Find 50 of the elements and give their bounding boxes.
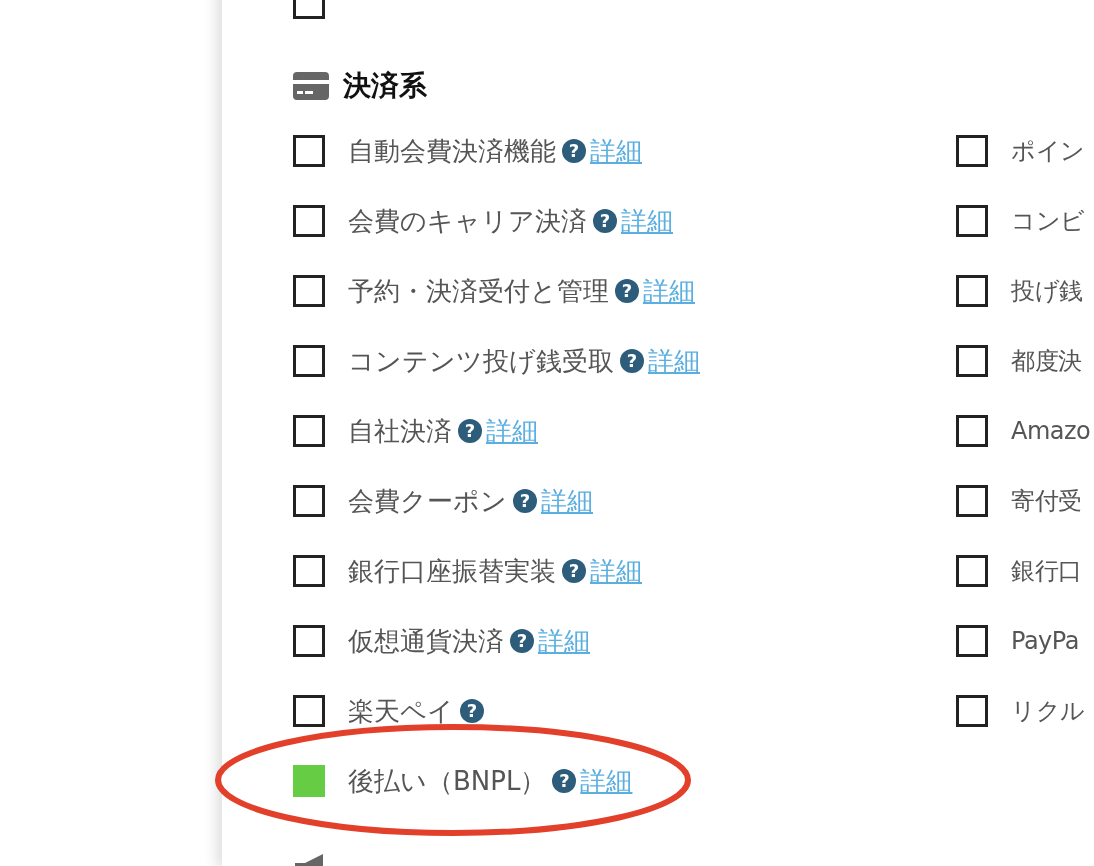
option-label: リクル (1011, 696, 1085, 727)
help-icon[interactable]: ? (513, 489, 537, 513)
option-label: 後払い（BNPL） (348, 764, 547, 798)
section-heading: 決済系 (343, 68, 427, 104)
option-label: 銀行口座振替実装 (348, 554, 556, 588)
help-icon[interactable]: ? (510, 629, 534, 653)
checkbox[interactable] (293, 695, 325, 727)
help-icon[interactable]: ? (460, 699, 484, 723)
checkbox[interactable] (293, 555, 325, 587)
help-icon[interactable]: ? (458, 419, 482, 443)
help-icon[interactable]: ? (620, 349, 644, 373)
option-label: コンテンツ投げ銭受取 (348, 344, 614, 378)
help-icon[interactable]: ? (562, 139, 586, 163)
option-label: 仮想通貨決済 (348, 624, 504, 658)
checkbox[interactable] (293, 205, 325, 237)
checkbox[interactable] (293, 345, 325, 377)
option-label: コンビ (1011, 206, 1085, 237)
checkbox[interactable] (293, 275, 325, 307)
help-icon[interactable]: ? (593, 209, 617, 233)
checkbox[interactable] (956, 135, 988, 167)
checkbox[interactable] (956, 485, 988, 517)
option-label: 会費クーポン (348, 484, 507, 518)
option-label: 投げ銭 (1011, 276, 1083, 307)
checkbox[interactable] (956, 695, 988, 727)
help-icon[interactable]: ? (562, 559, 586, 583)
checkbox[interactable] (956, 205, 988, 237)
checkbox[interactable] (293, 135, 325, 167)
help-icon[interactable]: ? (552, 769, 577, 793)
option-label: Amazo (1011, 417, 1091, 445)
checkbox[interactable] (956, 415, 988, 447)
option-label: 予約・決済受付と管理 (348, 274, 609, 308)
checkbox[interactable] (956, 625, 988, 657)
help-icon[interactable]: ? (615, 279, 639, 303)
option-label: 自社決済 (348, 414, 452, 448)
option-label: PayPa (1011, 627, 1079, 655)
checkbox[interactable] (956, 275, 988, 307)
option-label: 都度決 (1011, 346, 1082, 377)
option-label: 自動会費決済機能 (348, 134, 556, 168)
checkbox[interactable] (293, 765, 325, 797)
option-label: 寄付受 (1011, 486, 1082, 517)
checkbox[interactable] (956, 555, 988, 587)
checkbox[interactable] (956, 345, 988, 377)
option-label: 楽天ペイ (348, 694, 454, 728)
checkbox[interactable] (293, 485, 325, 517)
checkbox[interactable] (293, 415, 325, 447)
checkbox[interactable] (293, 625, 325, 657)
option-label: ポイン (1011, 136, 1085, 167)
option-label: 会費のキャリア決済 (348, 204, 587, 238)
option-label: 銀行口 (1011, 556, 1082, 587)
credit-card-icon (293, 72, 329, 100)
